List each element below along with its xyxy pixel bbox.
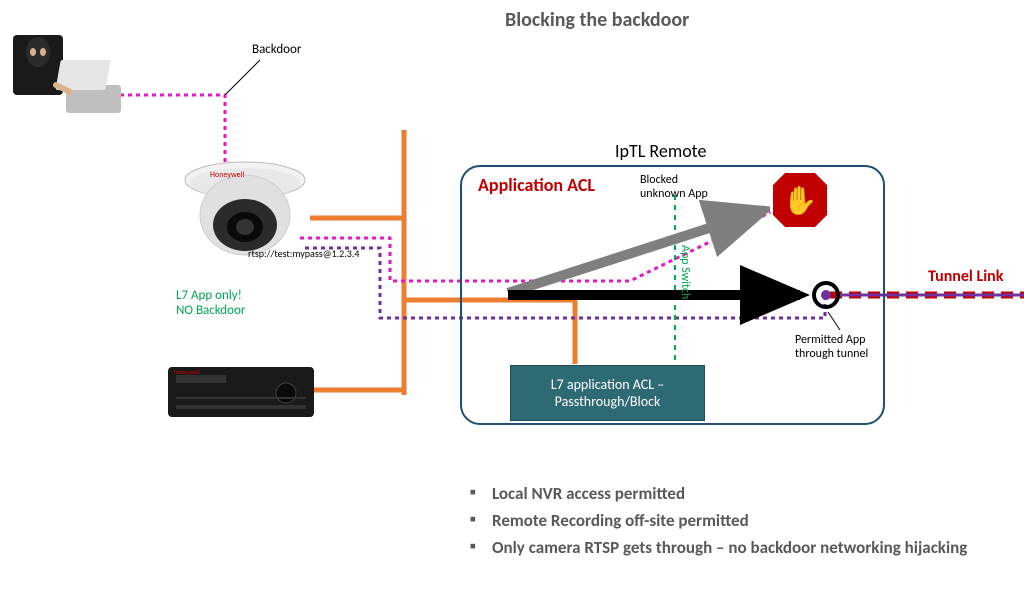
permitted-app-label: Permitted App through tunnel <box>795 333 905 361</box>
diagram-title: Blocking the backdoor <box>505 8 689 32</box>
l7-box-line2: Passthrough/Block <box>555 393 661 410</box>
list-item: Remote Recording off-site permitted <box>470 509 1010 533</box>
l7-only-line1: L7 App only! <box>176 288 242 303</box>
list-item: Only camera RTSP gets through – no backd… <box>470 536 1010 560</box>
nvr-icon: Honeywell <box>166 365 316 420</box>
application-acl-label: Application ACL <box>478 174 595 196</box>
stop-sign-icon: ✋ <box>770 170 830 230</box>
hand-icon: ✋ <box>783 183 818 218</box>
hacker-icon <box>8 30 128 120</box>
rtsp-label: rtsp://test:mypass@1.2.3.4 <box>248 247 359 260</box>
svg-text:Honeywell: Honeywell <box>174 368 200 376</box>
l7-only-label: L7 App only! NO Backdoor <box>176 288 245 318</box>
iptl-remote-label: IpTL Remote <box>615 140 706 162</box>
backdoor-label: Backdoor <box>252 42 301 57</box>
app-switch-label: App Switch <box>678 245 692 299</box>
list-item: Local NVR access permitted <box>470 482 1010 506</box>
svg-text:Honeywell: Honeywell <box>210 170 244 180</box>
bullet-list: Local NVR access permitted Remote Record… <box>450 482 1010 562</box>
l7-only-line2: NO Backdoor <box>176 303 245 318</box>
permitted-ring-icon <box>812 281 840 309</box>
blocked-app-label: Blocked unknown App <box>640 173 720 201</box>
l7-box-line1: L7 application ACL – <box>551 376 665 393</box>
tunnel-link-label: Tunnel Link <box>928 267 1003 286</box>
l7-acl-box: L7 application ACL – Passthrough/Block <box>510 365 705 421</box>
